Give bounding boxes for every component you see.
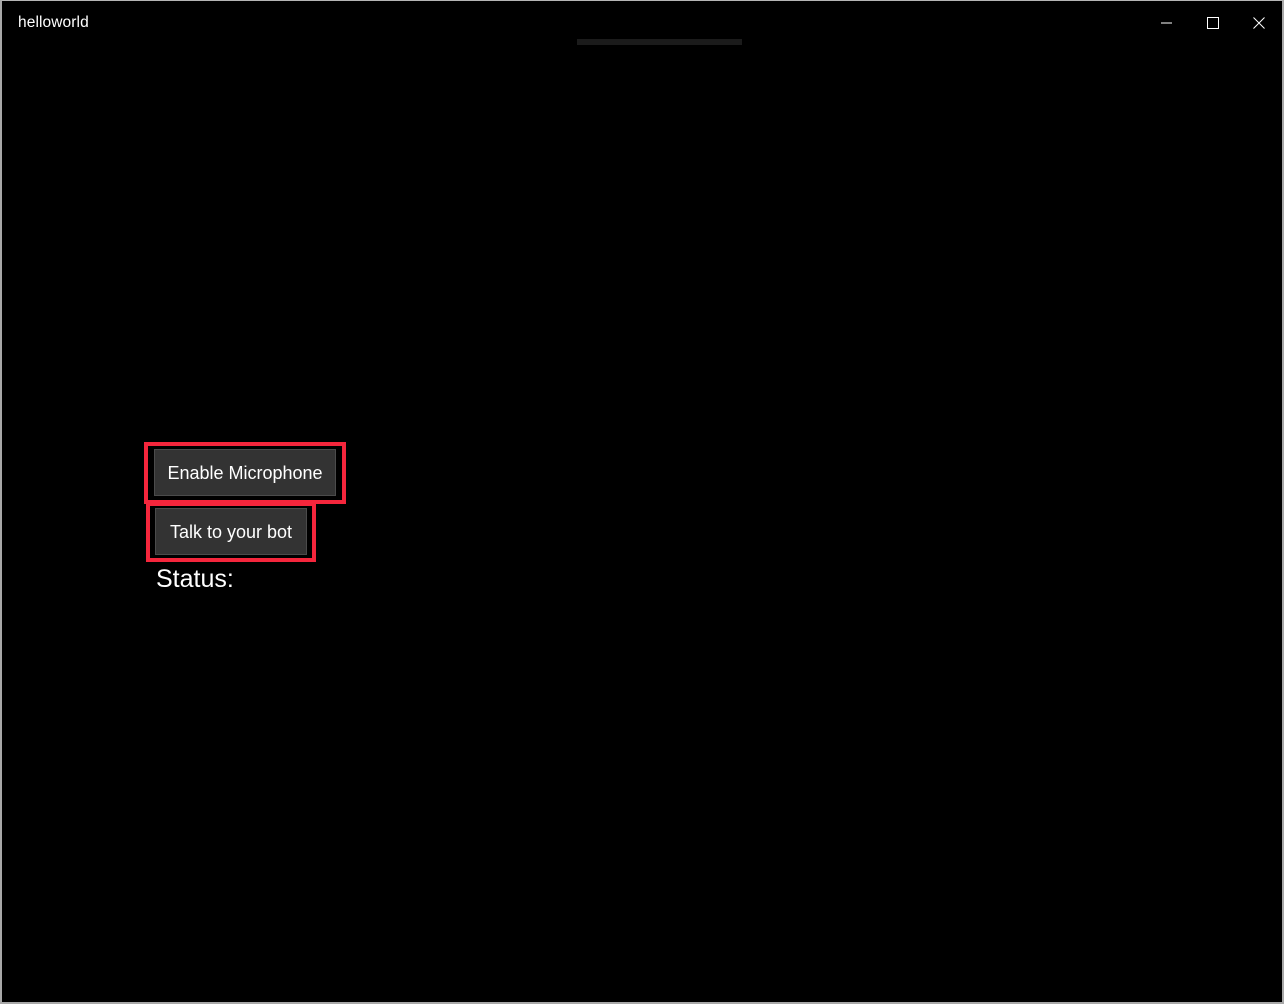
maximize-button[interactable] [1190,1,1236,45]
talk-to-your-bot-button[interactable]: Talk to your bot [155,508,307,555]
window-title: helloworld [18,14,89,31]
maximize-icon [1207,17,1219,29]
app-window: helloworld Enable Microphone Talk to you… [0,0,1284,1004]
minimize-button[interactable] [1144,1,1190,45]
close-button[interactable] [1236,1,1282,45]
client-area: Enable Microphone Talk to your bot Statu… [2,45,1282,1002]
close-icon [1253,17,1265,29]
enable-microphone-button[interactable]: Enable Microphone [154,449,336,496]
status-label: Status: [156,565,234,593]
minimize-icon [1161,22,1172,24]
caption-buttons [1144,1,1282,45]
